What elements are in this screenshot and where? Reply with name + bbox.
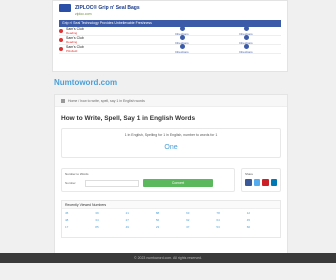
converter-panel: Number to Words Number Convert [61,168,235,192]
map-pin-icon [59,38,63,42]
convert-button[interactable]: Convert [143,179,213,187]
page: ZIPLOC® Grip n' Seal Bags ziploc.com Gri… [0,0,336,280]
store-city: Reading [66,40,78,44]
store-city: Pittsfield [66,49,78,53]
recent-number-link[interactable]: 85 [95,225,125,229]
ad-banner[interactable]: ZIPLOC® Grip n' Seal Bags ziploc.com Gri… [52,0,288,72]
ad-store-row[interactable]: Sam's Club Pittsfield Directions Directio… [59,44,281,54]
page-title: How to Write, Spell, Say 1 in English Wo… [61,115,196,122]
recent-number-link[interactable]: 45 [65,211,95,215]
linkedin-icon[interactable] [270,179,277,186]
ad-url[interactable]: ziploc.com [53,12,287,16]
ziploc-logo-icon [59,4,71,12]
converter-form: Number Convert [65,179,231,187]
recent-number-link[interactable]: 39 [95,211,125,215]
twitter-icon[interactable] [253,179,260,186]
recent-number-link[interactable]: 64 [216,218,246,222]
share-panel: Share [241,168,281,192]
converter-heading: Number to Words [65,172,89,176]
recent-number-link[interactable]: 21 [126,211,156,215]
result-label: 1 in English, Spelling for 1 in English,… [124,133,218,137]
website-icon [243,26,249,31]
recent-number-link[interactable]: 63 [186,211,216,215]
ad-title[interactable]: ZIPLOC® Grip n' Seal Bags [75,5,140,11]
footer: © 2023 numtoword.com. All rights reserve… [0,253,336,263]
home-icon[interactable] [61,99,65,104]
website-link[interactable]: Directions [214,44,278,54]
directions-link[interactable]: Directions [150,44,214,54]
breadcrumb: Home / how to write, spell, say 1 in Eng… [55,95,287,107]
recent-number-link[interactable]: 34 [95,218,125,222]
main-content: Home / how to write, spell, say 1 in Eng… [54,94,288,254]
result-box: 1 in English, Spelling for 1 in English,… [61,128,281,158]
site-logo[interactable]: Numtoword.com [54,78,117,87]
pinterest-icon[interactable] [262,179,269,186]
directions-icon [179,35,185,40]
recent-number-link[interactable]: 53 [216,225,246,229]
facebook-icon[interactable] [245,179,252,186]
map-pin-icon [59,29,63,33]
recent-number-link[interactable]: 48 [65,218,95,222]
recent-number-link[interactable]: 37 [186,225,216,229]
directions-icon [179,26,185,31]
recent-number-link[interactable]: 12 [247,211,277,215]
share-icons [245,179,277,186]
recent-number-link[interactable]: 23 [156,225,186,229]
recent-number-link[interactable]: 88 [156,211,186,215]
recent-number-link[interactable]: 78 [216,211,246,215]
recent-grid: 45 39 21 88 63 78 12 48 34 27 56 92 64 45 17 85 49 23 37 53… [62,209,280,231]
recent-number-link[interactable]: 66 [247,225,277,229]
number-input[interactable] [85,179,139,187]
recent-number-link[interactable]: 27 [126,218,156,222]
tools-row: Number to Words Number Convert Share [61,168,281,192]
share-heading: Share [245,172,254,176]
store-city: Reading [66,31,78,35]
website-icon [243,35,249,40]
recent-numbers: Recently Viewed Numbers 45 39 21 88 63 78 12 48… [61,200,281,238]
directions-icon [179,44,185,49]
recent-heading: Recently Viewed Numbers [62,201,280,209]
recent-number-link[interactable]: 17 [65,225,95,229]
breadcrumb-text[interactable]: Home / how to write, spell, say 1 in Eng… [68,99,145,103]
recent-number-link[interactable]: 45 [247,218,277,222]
recent-number-link[interactable]: 56 [156,218,186,222]
result-word: One [164,144,178,151]
number-label: Number [65,181,76,185]
recent-number-link[interactable]: 49 [126,225,156,229]
website-icon [243,44,249,49]
map-pin-icon [59,47,63,51]
recent-number-link[interactable]: 92 [186,218,216,222]
